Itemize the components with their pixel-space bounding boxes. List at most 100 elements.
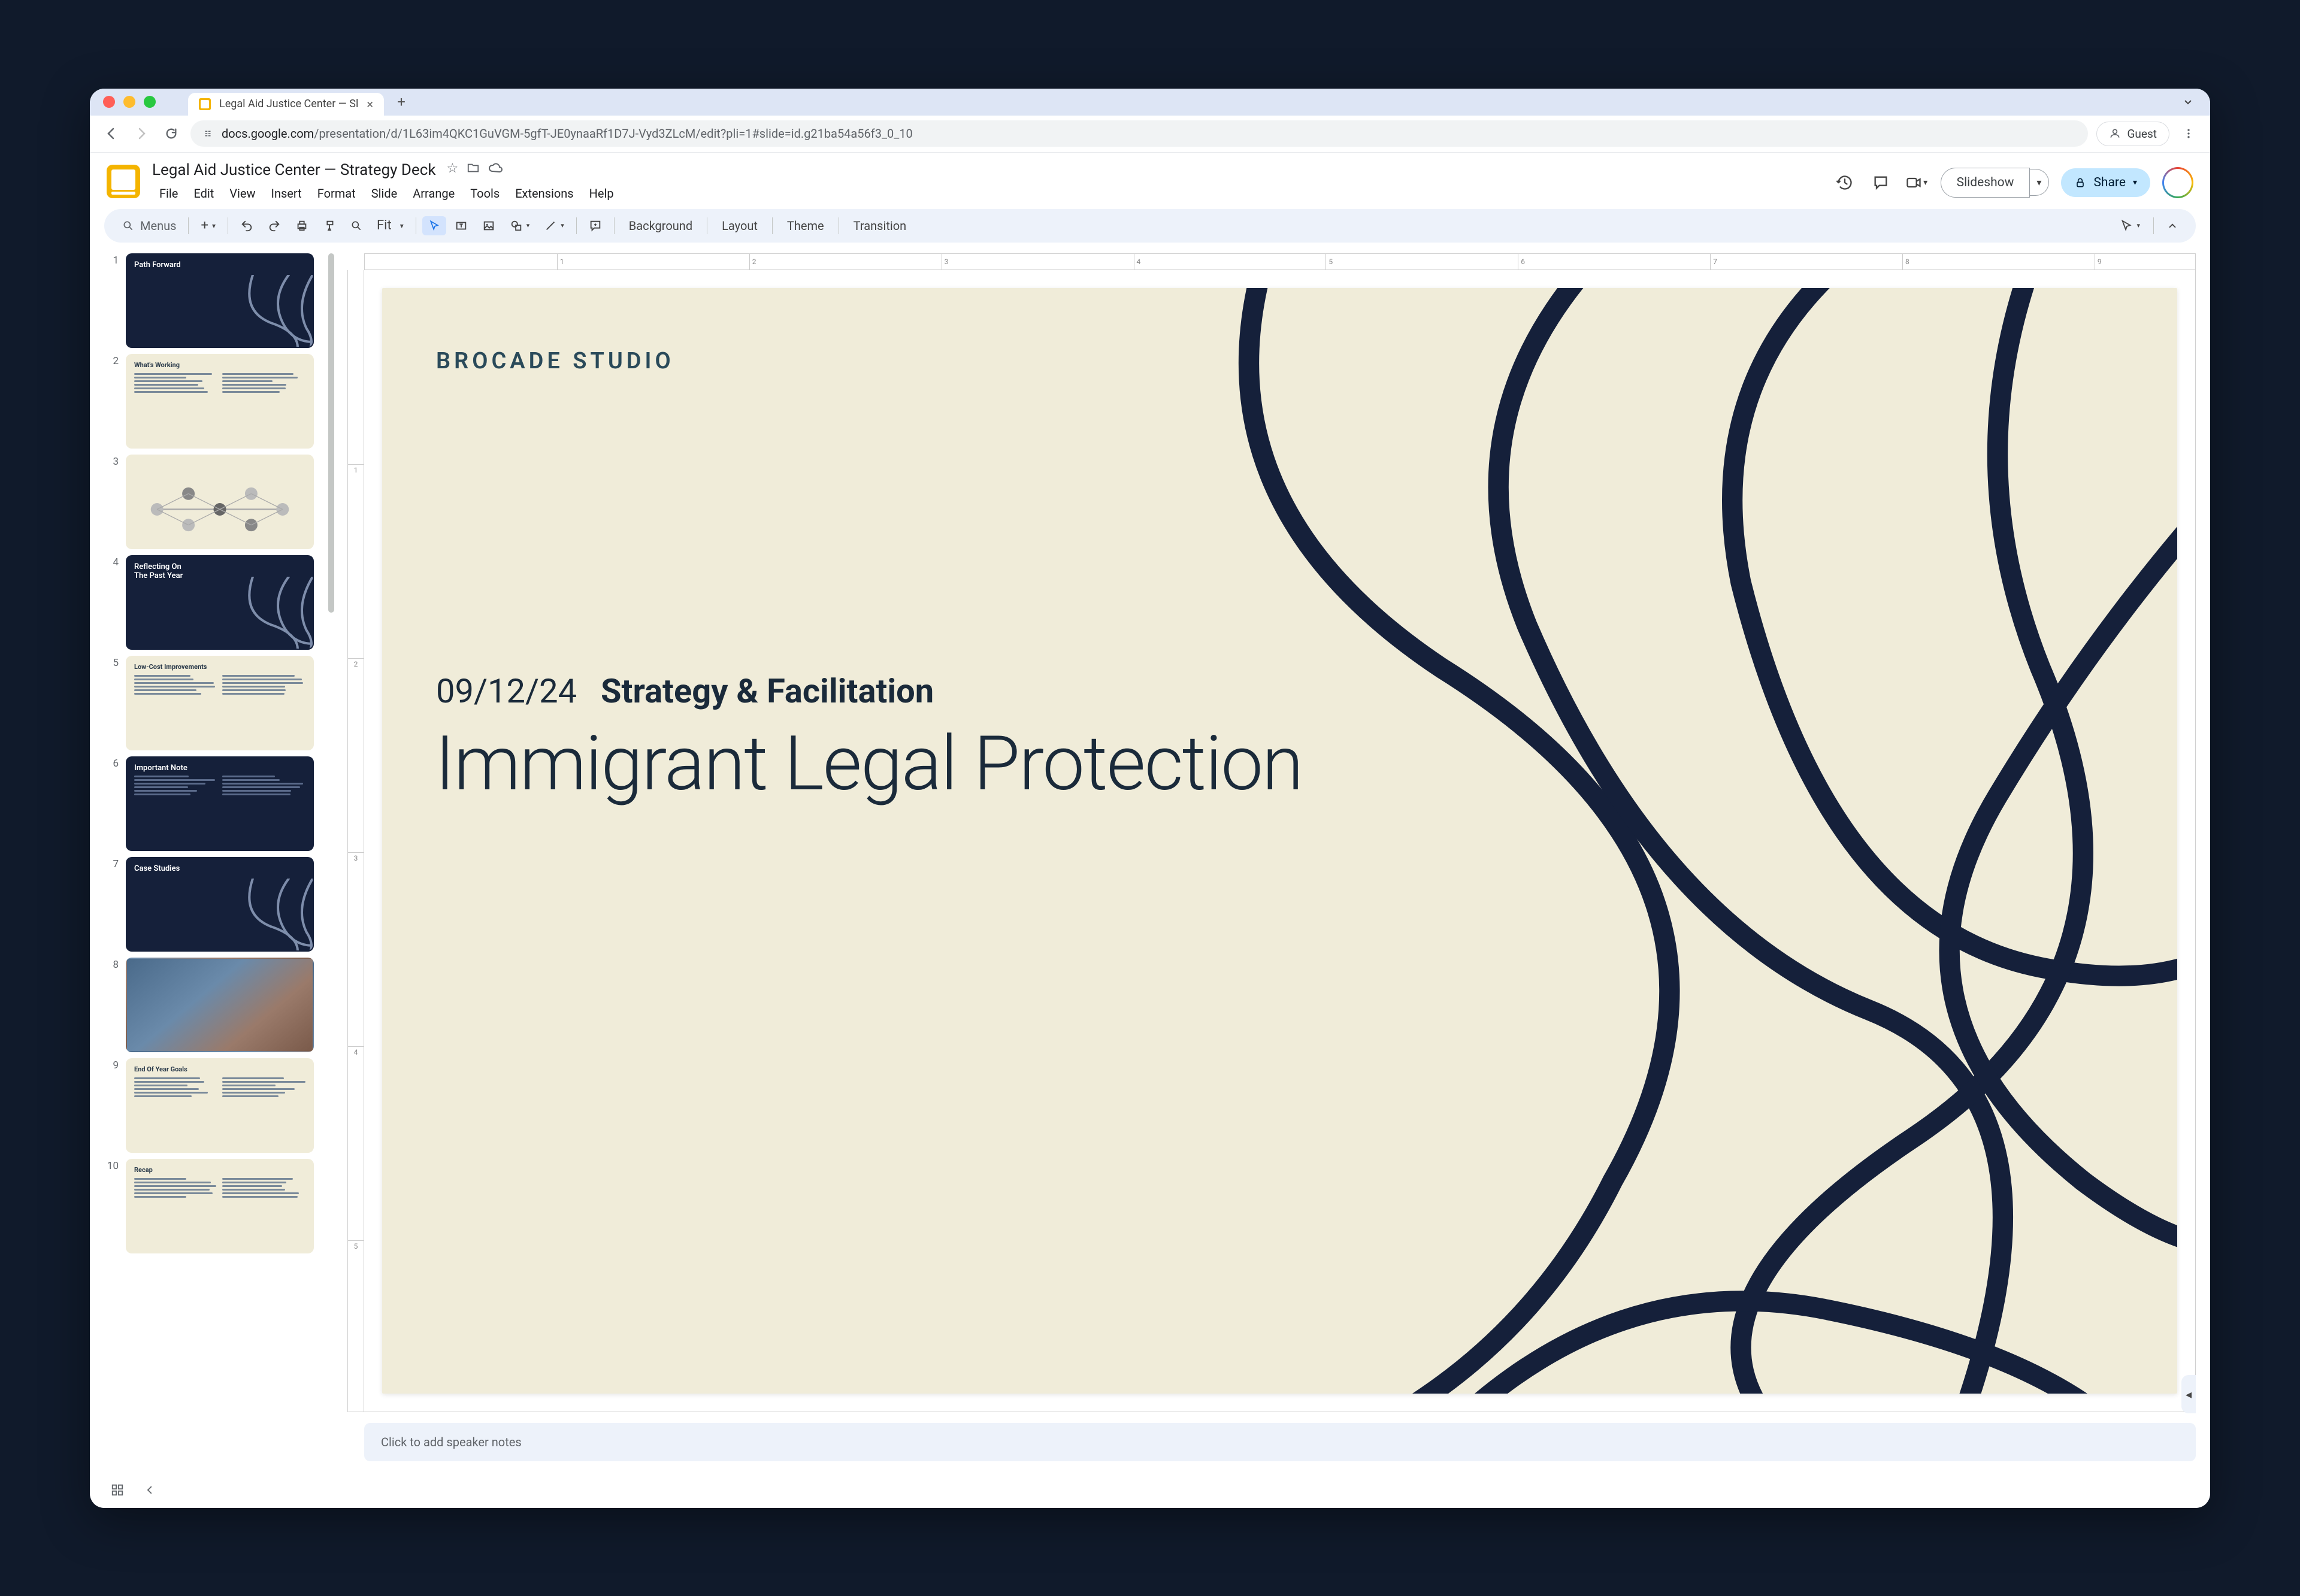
comments-icon[interactable]: [1869, 171, 1893, 195]
back-button[interactable]: [101, 123, 122, 144]
meet-icon[interactable]: ▾: [1905, 171, 1929, 195]
slide-thumbnail[interactable]: Path Forward: [126, 253, 314, 348]
text-box-button[interactable]: [449, 216, 474, 236]
slide-brand[interactable]: BROCADE STUDIO: [436, 348, 674, 374]
browser-menu-button[interactable]: [2178, 123, 2199, 144]
slides-app-icon[interactable]: [107, 165, 140, 198]
menu-arrange[interactable]: Arrange: [405, 183, 462, 204]
slideshow-dropdown[interactable]: ▾: [2029, 169, 2049, 196]
titlebar: Legal Aid Justice Center — Sl × +: [90, 89, 2210, 116]
slide-subtitle[interactable]: Strategy & Facilitation: [601, 671, 934, 711]
guest-profile-button[interactable]: Guest: [2096, 122, 2169, 146]
lock-icon: [2074, 177, 2086, 189]
slide-thumbnail[interactable]: End Of Year Goals: [126, 1058, 314, 1153]
tab-close-icon[interactable]: ×: [367, 97, 373, 111]
menu-edit[interactable]: Edit: [186, 183, 221, 204]
menu-tools[interactable]: Tools: [463, 183, 507, 204]
bottom-bar: [90, 1472, 2210, 1508]
new-tab-button[interactable]: +: [394, 94, 409, 110]
menu-format[interactable]: Format: [310, 183, 363, 204]
paint-format-button[interactable]: [317, 216, 342, 236]
redo-button[interactable]: [262, 216, 287, 236]
app-header: Legal Aid Justice Center — Strategy Deck…: [90, 153, 2210, 204]
background-button[interactable]: Background: [621, 215, 701, 237]
slide-thumbnail[interactable]: Reflecting OnThe Past Year: [126, 555, 314, 650]
thumbnail-number: 7: [104, 857, 119, 952]
search-menus[interactable]: Menus: [116, 219, 182, 233]
thumbnail-row: 3: [104, 455, 314, 549]
menu-view[interactable]: View: [222, 183, 262, 204]
maximize-window-button[interactable]: [144, 96, 156, 108]
thumbnail-row: 6Important Note: [104, 756, 314, 851]
slide-thumbnail[interactable]: Low-Cost Improvements: [126, 656, 314, 750]
thumbnail-row: 7Case Studies: [104, 857, 314, 952]
collapse-toolbar-button[interactable]: [2161, 217, 2184, 235]
menu-help[interactable]: Help: [582, 183, 621, 204]
thumbnail-number: 10: [104, 1159, 119, 1253]
forward-button[interactable]: [131, 123, 152, 144]
line-button[interactable]: ▾: [538, 216, 570, 236]
thumbnail-row: 5Low-Cost Improvements: [104, 656, 314, 750]
minimize-window-button[interactable]: [123, 96, 135, 108]
history-icon[interactable]: [1833, 171, 1857, 195]
new-slide-button[interactable]: +▾: [195, 214, 222, 237]
slide-thumbnail[interactable]: What's Working: [126, 354, 314, 449]
slide: BROCADE STUDIO 09/12/24 Strategy & Facil…: [382, 288, 2177, 1394]
slide-thumbnail[interactable]: Important Note: [126, 756, 314, 851]
grid-view-button[interactable]: [107, 1479, 128, 1501]
image-button[interactable]: [476, 216, 501, 236]
slide-canvas[interactable]: BROCADE STUDIO 09/12/24 Strategy & Facil…: [364, 270, 2196, 1412]
cloud-status-icon[interactable]: [488, 161, 503, 179]
decorative-swirl-graphic: [1099, 288, 2177, 1394]
share-button[interactable]: Share ▾: [2061, 168, 2150, 197]
thumbnail-number: 2: [104, 354, 119, 449]
undo-button[interactable]: [234, 216, 259, 236]
thumbnail-row: 10Recap: [104, 1159, 314, 1253]
slide-thumbnail[interactable]: [126, 455, 314, 549]
reload-button[interactable]: [161, 123, 182, 144]
print-button[interactable]: [289, 216, 314, 236]
slide-thumbnail[interactable]: Case Studies: [126, 857, 314, 952]
star-icon[interactable]: ☆: [447, 161, 459, 179]
shape-button[interactable]: ▾: [504, 216, 536, 236]
thumbnail-number: 6: [104, 756, 119, 851]
menu-insert[interactable]: Insert: [264, 183, 309, 204]
slide-date[interactable]: 09/12/24: [436, 671, 577, 711]
slides-favicon-icon: [199, 98, 211, 110]
slide-thumbnail[interactable]: Recap: [126, 1159, 314, 1253]
user-icon: [2109, 128, 2121, 140]
move-icon[interactable]: [467, 161, 480, 179]
menu-file[interactable]: File: [152, 183, 185, 204]
layout-button[interactable]: Layout: [713, 215, 766, 237]
menu-bar: FileEditViewInsertFormatSlideArrangeTool…: [152, 183, 1821, 204]
menu-slide[interactable]: Slide: [364, 183, 405, 204]
editing-mode-button[interactable]: ▾: [2114, 216, 2146, 236]
filmstrip-scrollbar[interactable]: [325, 253, 337, 1461]
title-block: Legal Aid Justice Center — Strategy Deck…: [152, 161, 1821, 204]
zoom-level-dropdown[interactable]: Fit ▾: [371, 214, 410, 237]
slideshow-button[interactable]: Slideshow: [1941, 168, 2030, 198]
browser-tab[interactable]: Legal Aid Justice Center — Sl ×: [188, 93, 384, 116]
explore-collapse-button[interactable]: [139, 1479, 161, 1501]
thumbnail-row: 2What's Working: [104, 354, 314, 449]
zoom-tool-button[interactable]: [344, 216, 368, 235]
speaker-notes[interactable]: Click to add speaker notes ◂: [364, 1423, 2196, 1461]
theme-button[interactable]: Theme: [779, 215, 833, 237]
toolbar: Menus +▾ Fit ▾ ▾ ▾ Background Layout The…: [104, 209, 2196, 243]
comment-button[interactable]: [583, 216, 608, 236]
side-panel-toggle[interactable]: ◂: [2181, 1375, 2196, 1413]
url-text: docs.google.com/presentation/d/1L63im4QK…: [222, 126, 913, 141]
workspace: 1Path Forward2What's Working34Reflecting…: [90, 243, 2210, 1472]
transition-button[interactable]: Transition: [845, 215, 915, 237]
thumbnail-number: 1: [104, 253, 119, 348]
menu-extensions[interactable]: Extensions: [508, 183, 580, 204]
url-field[interactable]: docs.google.com/presentation/d/1L63im4QK…: [190, 120, 2088, 147]
window-controls: [103, 96, 156, 108]
document-title[interactable]: Legal Aid Justice Center — Strategy Deck: [152, 161, 436, 179]
slide-thumbnail[interactable]: [126, 958, 314, 1052]
account-avatar[interactable]: [2162, 167, 2193, 198]
select-tool-button[interactable]: [422, 216, 446, 235]
tabs-dropdown-icon[interactable]: [2179, 93, 2197, 111]
close-window-button[interactable]: [103, 96, 115, 108]
chevron-down-icon: ▾: [2133, 178, 2137, 187]
